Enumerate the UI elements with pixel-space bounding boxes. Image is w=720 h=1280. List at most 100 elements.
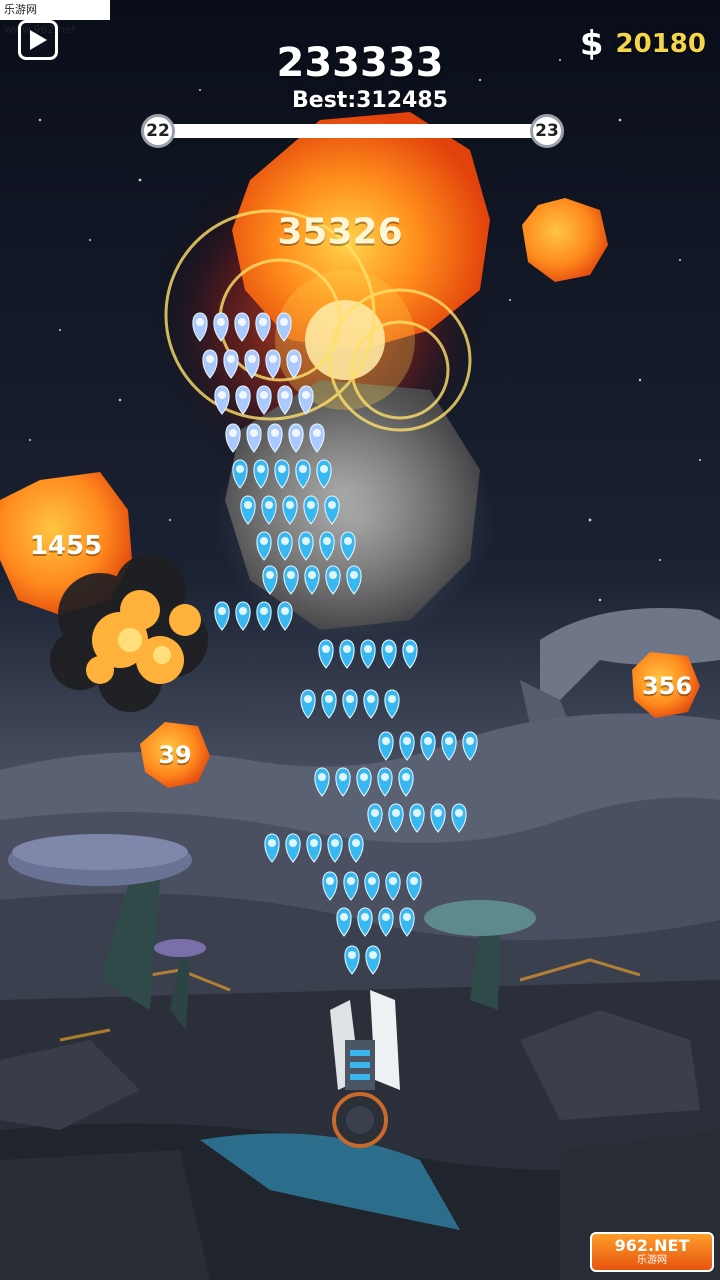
site-logo-line2: 乐游网 <box>637 1255 667 1266</box>
bullet-drop <box>223 349 239 379</box>
game-scene: 35326 1455 356 39 乐游网 www.962.net 233333… <box>0 0 720 1280</box>
bullet-drop <box>365 945 381 975</box>
bullet-drop <box>246 423 262 453</box>
small-rock-hp: 39 <box>158 741 192 769</box>
bullet-drop <box>214 601 230 631</box>
current-level-badge: 22 <box>141 114 175 148</box>
bullet-drop <box>322 871 338 901</box>
bullet-drop <box>399 731 415 761</box>
bullet-drop <box>335 767 351 797</box>
bullet-drop <box>300 689 316 719</box>
bullet-drop <box>462 731 478 761</box>
bullet-drop <box>202 349 218 379</box>
bullet-drop <box>256 601 272 631</box>
bullet-drop <box>378 907 394 937</box>
bullet-drop <box>324 495 340 525</box>
bullet-drop <box>399 907 415 937</box>
bullet-drop <box>298 385 314 415</box>
bullet-drop <box>336 907 352 937</box>
bullet-drop <box>377 767 393 797</box>
bullet-drop <box>367 803 383 833</box>
bullet-drop <box>232 459 248 489</box>
bullet-drop <box>363 689 379 719</box>
bullet-drop <box>274 459 290 489</box>
bullet-drop <box>265 349 281 379</box>
bullet-drop <box>277 601 293 631</box>
bullet-drop <box>316 459 332 489</box>
bullet-drop <box>240 495 256 525</box>
bullet-drop <box>192 312 208 342</box>
bullet-drop <box>388 803 404 833</box>
bullet-drop <box>261 495 277 525</box>
bullet-drop <box>384 689 400 719</box>
bullet-drop <box>357 907 373 937</box>
bullet-drop <box>325 565 341 595</box>
bullet-drop <box>346 565 362 595</box>
bullet-drop <box>235 601 251 631</box>
bullet-drop <box>282 495 298 525</box>
bullet-drop <box>277 385 293 415</box>
bullet-drop <box>451 803 467 833</box>
bullet-drop <box>319 531 335 561</box>
site-watermark: 乐游网 www.962.net <box>0 0 110 36</box>
bullet-drop <box>213 312 229 342</box>
bullet-drop <box>378 731 394 761</box>
right-rock-hp: 356 <box>641 672 693 700</box>
bullet-drop <box>385 871 401 901</box>
bullet-drop <box>348 833 364 863</box>
bullet-drop <box>321 689 337 719</box>
bullet-drop <box>285 833 301 863</box>
bullet-drop <box>364 871 380 901</box>
bullet-drop <box>343 871 359 901</box>
bullet-drop <box>262 565 278 595</box>
bullet-drop <box>295 459 311 489</box>
site-logo: 962.NET 乐游网 <box>590 1232 714 1272</box>
bullet-drop <box>381 639 397 669</box>
bullet-drop <box>255 312 271 342</box>
bullet-drop <box>309 423 325 453</box>
bullet-drop <box>409 803 425 833</box>
bullet-drop <box>306 833 322 863</box>
bullet-drop <box>430 803 446 833</box>
bullet-drop <box>214 385 230 415</box>
left-rock-hp: 1455 <box>29 531 103 561</box>
bullet-drop <box>283 565 299 595</box>
next-level-badge: 23 <box>530 114 564 148</box>
bullet-drop <box>441 731 457 761</box>
bullet-drop <box>398 767 414 797</box>
bullet-drop <box>420 731 436 761</box>
bullet-drop <box>277 531 293 561</box>
dollar-icon: $ <box>579 24 604 64</box>
bullet-drop <box>406 871 422 901</box>
bullet-drop <box>402 639 418 669</box>
bullet-drop <box>339 639 355 669</box>
currency-display: $ 20180 <box>580 24 706 64</box>
bullet-drop <box>288 423 304 453</box>
bullet-drop <box>235 385 251 415</box>
level-progress-fill <box>160 124 546 138</box>
bullet-drop <box>264 833 280 863</box>
bullet-drop <box>286 349 302 379</box>
bullet-drop <box>244 349 260 379</box>
bullet-stream <box>192 312 478 975</box>
bullet-drop <box>344 945 360 975</box>
bullet-drop <box>327 833 343 863</box>
bullet-drop <box>298 531 314 561</box>
bullet-drop <box>304 565 320 595</box>
best-score: Best:312485 <box>292 88 448 113</box>
bullet-drop <box>314 767 330 797</box>
bullet-drop <box>276 312 292 342</box>
money-amount: 20180 <box>615 29 706 59</box>
bullet-drop <box>225 423 241 453</box>
bullet-drop <box>342 689 358 719</box>
bullet-drop <box>303 495 319 525</box>
bullet-drop <box>253 459 269 489</box>
bullet-drop <box>256 385 272 415</box>
big-sun-hp: 35326 <box>277 211 403 253</box>
bullet-drop <box>360 639 376 669</box>
bullet-drop <box>234 312 250 342</box>
bullet-drop <box>256 531 272 561</box>
site-logo-line1: 962.NET <box>614 1236 690 1255</box>
bullet-drop <box>318 639 334 669</box>
bullet-drop <box>340 531 356 561</box>
